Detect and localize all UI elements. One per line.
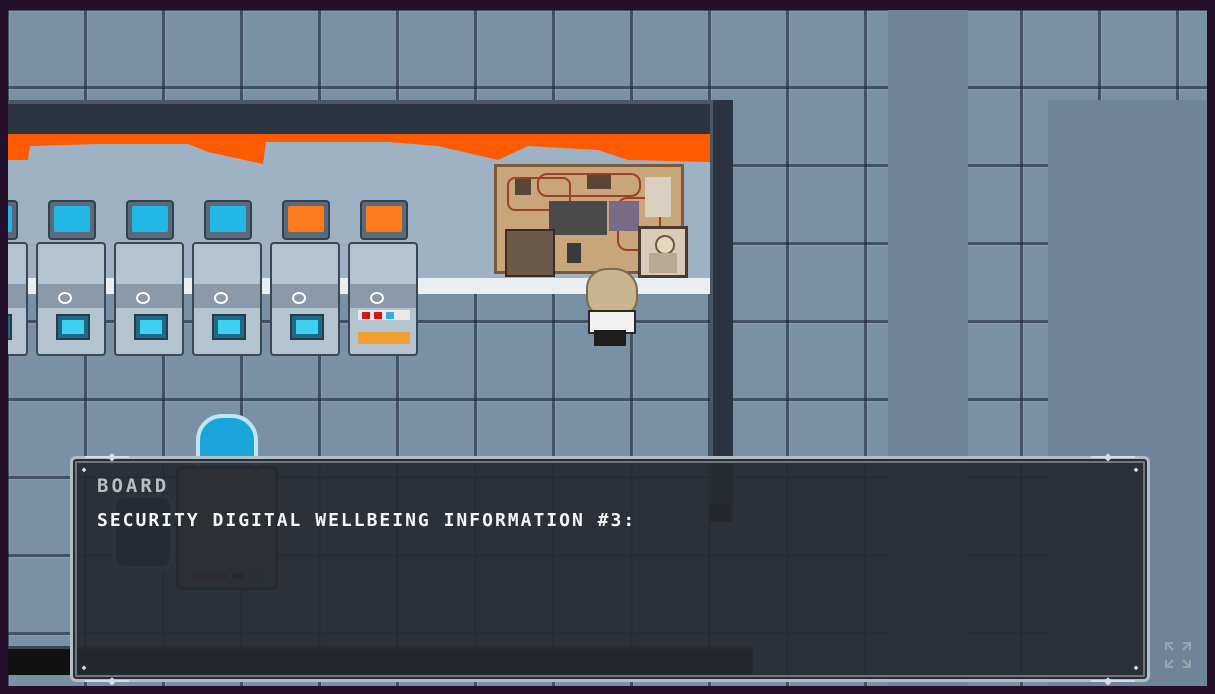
- player-character: [582, 268, 638, 348]
- frame-stud: ◆: [1133, 465, 1139, 474]
- console-monitor: [204, 200, 252, 240]
- frame-stud: ◆: [81, 465, 87, 474]
- lab-console: [114, 200, 184, 356]
- speaker-name: Board: [97, 475, 170, 497]
- dialogue-box[interactable]: ◆ ◆ ◆ ◆ ◆ ◆ ◆ ◆ Board Security Digital W…: [70, 450, 1150, 688]
- lab-console: [270, 200, 340, 356]
- game-viewport[interactable]: ◆ ◆ ◆ ◆ ◆ ◆ ◆ ◆ Board Security Digital W…: [0, 0, 1215, 694]
- lab-console: [8, 200, 28, 356]
- console-monitor: [282, 200, 330, 240]
- frame-ornament: ◆: [1103, 449, 1113, 465]
- frame-ornament: ◆: [1103, 673, 1113, 689]
- warning-stripe: [8, 134, 710, 164]
- console-monitor: [126, 200, 174, 240]
- frame-ornament: ◆: [107, 449, 117, 465]
- lab-console: [348, 200, 418, 356]
- portrait-photo: [638, 226, 688, 278]
- frame-stud: ◆: [81, 663, 87, 672]
- frame-ornament: ◆: [107, 673, 117, 689]
- dialogue-text: Security Digital Wellbeing Information #…: [97, 510, 637, 531]
- console-monitor: [360, 200, 408, 240]
- room-top-wall: [8, 100, 730, 138]
- expand-arrows-icon[interactable]: [1163, 640, 1193, 670]
- console-monitor: [48, 200, 96, 240]
- frame-stud: ◆: [1133, 663, 1139, 672]
- lab-console: [36, 200, 106, 356]
- lab-console: [192, 200, 262, 356]
